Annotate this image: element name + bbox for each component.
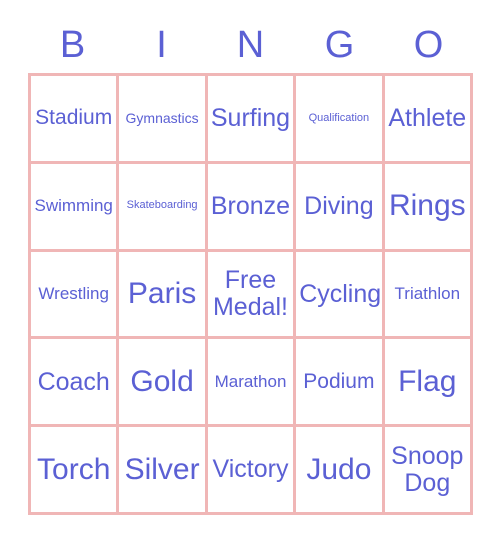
bingo-cell[interactable]: Silver bbox=[119, 427, 208, 515]
bingo-cell[interactable]: Surfing bbox=[207, 76, 297, 164]
bingo-cell[interactable]: Gold bbox=[119, 339, 208, 428]
bingo-header: B I N G O bbox=[28, 18, 473, 72]
bingo-cell[interactable]: Skateboarding bbox=[119, 163, 208, 252]
bingo-cell-free-space[interactable]: Free Medal! bbox=[207, 251, 297, 340]
bingo-cell[interactable]: Stadium bbox=[31, 76, 120, 164]
bingo-cell-label: Surfing bbox=[210, 104, 291, 133]
bingo-cell-label: Triathlon bbox=[394, 283, 461, 303]
bingo-cell-label: Qualification bbox=[308, 111, 370, 124]
bingo-cell[interactable]: Gymnastics bbox=[119, 76, 208, 164]
header-letter-o: O bbox=[413, 24, 444, 66]
bingo-cell-label: Silver bbox=[124, 452, 200, 486]
bingo-cell[interactable]: Victory bbox=[207, 427, 297, 515]
bingo-cell-label: Snoop Dog bbox=[391, 442, 464, 497]
header-letter-b: B bbox=[59, 24, 86, 66]
bingo-cell[interactable]: Swimming bbox=[31, 163, 120, 252]
bingo-cell-label: Skateboarding bbox=[126, 199, 198, 212]
bingo-cell-label: Victory bbox=[212, 455, 289, 484]
bingo-cell-label: Bronze bbox=[210, 191, 291, 220]
header-letter-n: N bbox=[236, 24, 265, 66]
bingo-cell[interactable]: Snoop Dog bbox=[384, 427, 473, 515]
bingo-cell[interactable]: Rings bbox=[384, 163, 473, 252]
bingo-grid: Stadium Gymnastics Surfing Qualification Ath… bbox=[28, 73, 473, 515]
bingo-cell-label: Stadium bbox=[35, 106, 113, 130]
bingo-cell[interactable]: Triathlon bbox=[384, 251, 473, 340]
bingo-cell[interactable]: Coach bbox=[31, 339, 120, 428]
bingo-cell-label: Podium bbox=[303, 369, 375, 393]
bingo-cell[interactable]: Flag bbox=[384, 339, 473, 428]
bingo-cell[interactable]: Paris bbox=[119, 251, 208, 340]
bingo-card: B I N G O Stadium Gymnastics Surfing Qualif… bbox=[0, 0, 501, 544]
bingo-cell[interactable]: Torch bbox=[31, 427, 120, 515]
bingo-cell-label: Athlete bbox=[388, 104, 467, 133]
bingo-cell-label: Swimming bbox=[34, 196, 113, 216]
bingo-cell-label: Flag bbox=[398, 364, 457, 398]
bingo-cell-label: Coach bbox=[37, 367, 110, 396]
bingo-cell-label: Paris bbox=[127, 277, 197, 311]
bingo-cell-label: Rings bbox=[388, 189, 466, 223]
bingo-cell-label: Torch bbox=[37, 452, 111, 486]
bingo-cell-label: Cycling bbox=[299, 279, 382, 308]
bingo-cell[interactable]: Diving bbox=[296, 163, 385, 252]
header-letter-i: I bbox=[156, 24, 167, 66]
bingo-cell-label: Judo bbox=[306, 452, 372, 486]
bingo-cell[interactable]: Marathon bbox=[207, 339, 297, 428]
bingo-cell[interactable]: Podium bbox=[296, 339, 385, 428]
bingo-cell[interactable]: Wrestling bbox=[31, 251, 120, 340]
bingo-cell-label: Gold bbox=[130, 364, 194, 398]
header-letter-g: G bbox=[324, 24, 355, 66]
bingo-cell-label: Gymnastics bbox=[125, 109, 199, 126]
bingo-cell[interactable]: Judo bbox=[296, 427, 385, 515]
bingo-cell-label: Wrestling bbox=[38, 283, 109, 303]
bingo-cell[interactable]: Qualification bbox=[296, 76, 385, 164]
bingo-cell-label: Marathon bbox=[214, 371, 287, 391]
bingo-cell-label: Diving bbox=[304, 191, 374, 220]
bingo-cell-label: Free Medal! bbox=[212, 266, 289, 321]
bingo-cell[interactable]: Athlete bbox=[384, 76, 473, 164]
bingo-cell[interactable]: Cycling bbox=[296, 251, 385, 340]
bingo-cell[interactable]: Bronze bbox=[207, 163, 297, 252]
